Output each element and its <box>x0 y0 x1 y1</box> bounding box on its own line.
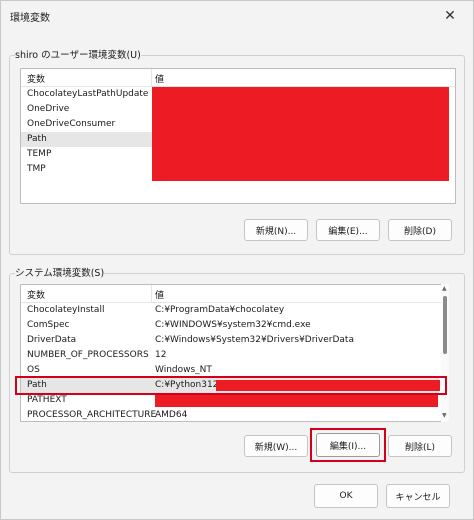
window-title: 環境変数 <box>10 13 50 24</box>
column-separator[interactable] <box>151 285 152 303</box>
system-list-scrollbar[interactable]: ▲ ▼ <box>441 284 449 422</box>
variable-name: OneDriveConsumer <box>27 119 116 129</box>
variable-name: ComSpec <box>27 320 70 330</box>
variable-value: C:¥ProgramData¥chocolatey <box>155 305 285 315</box>
variable-value: Windows_NT <box>155 365 212 375</box>
column-header-variable[interactable]: 変数 <box>27 288 45 301</box>
close-icon[interactable]: ✕ <box>433 3 467 29</box>
system-new-button[interactable]: 新規(W)... <box>244 435 308 457</box>
variable-value: C:¥Windows¥System32¥Drivers¥DriverData <box>155 335 354 345</box>
environment-variables-dialog: 環境変数 ✕ shiro のユーザー環境変数(U) 変数 値 Chocolate… <box>0 0 474 520</box>
system-delete-button[interactable]: 削除(L) <box>388 435 452 457</box>
system-variables-list[interactable]: 変数 値 ChocolateyInstall C:¥ProgramData¥ch… <box>20 284 447 422</box>
variable-name: PATHEXT <box>27 395 67 405</box>
variable-value: AMD64 <box>155 410 188 420</box>
user-row-chocolateylastpathupdate[interactable]: ChocolateyLastPathUpdate <box>21 87 152 102</box>
user-new-button[interactable]: 新規(N)... <box>244 219 308 241</box>
variable-name: Path <box>27 134 47 144</box>
user-row-temp[interactable]: TEMP <box>21 147 152 162</box>
redacted-values-block <box>152 87 449 181</box>
system-row-processor-architecture[interactable]: PROCESSOR_ARCHITECTURE AMD64 <box>21 408 439 421</box>
column-separator[interactable] <box>151 69 152 87</box>
user-list-header: 変数 値 <box>21 69 455 87</box>
variable-name: OneDrive <box>27 104 70 114</box>
system-row-driverdata[interactable]: DriverData C:¥Windows¥System32¥Drivers¥D… <box>21 333 439 348</box>
scroll-up-icon[interactable]: ▲ <box>442 285 447 292</box>
system-row-chocolateyinstall[interactable]: ChocolateyInstall C:¥ProgramData¥chocola… <box>21 303 439 318</box>
user-edit-button[interactable]: 編集(E)... <box>316 219 380 241</box>
system-row-comspec[interactable]: ComSpec C:¥WINDOWS¥system32¥cmd.exe <box>21 318 439 333</box>
variable-name: NUMBER_OF_PROCESSORS <box>27 350 149 360</box>
variable-name: OS <box>27 365 40 375</box>
variable-name: TMP <box>27 164 46 174</box>
variable-name: ChocolateyInstall <box>27 305 105 315</box>
user-delete-button[interactable]: 削除(D) <box>388 219 452 241</box>
path-row-highlight <box>15 376 447 395</box>
system-variables-label: システム環境変数(S) <box>15 265 105 279</box>
scroll-down-icon[interactable]: ▼ <box>442 412 447 419</box>
title-bar: 環境変数 ✕ <box>1 1 473 31</box>
column-header-value[interactable]: 値 <box>155 72 164 85</box>
redacted-pathext-value <box>155 395 438 407</box>
system-row-number-of-processors[interactable]: NUMBER_OF_PROCESSORS 12 <box>21 348 439 363</box>
user-row-onedriveconsumer[interactable]: OneDriveConsumer <box>21 117 152 132</box>
ok-button[interactable]: OK <box>314 484 378 508</box>
edit-button-highlight <box>310 428 386 462</box>
column-header-value[interactable]: 値 <box>155 288 164 301</box>
variable-name: TEMP <box>27 149 52 159</box>
column-header-variable[interactable]: 変数 <box>27 72 45 85</box>
variable-name: ChocolateyLastPathUpdate <box>27 89 149 99</box>
system-list-header: 変数 値 <box>21 285 446 303</box>
user-variables-list[interactable]: 変数 値 ChocolateyLastPathUpdate OneDrive O… <box>20 68 456 204</box>
user-row-onedrive[interactable]: OneDrive <box>21 102 152 117</box>
scroll-thumb[interactable] <box>443 296 447 354</box>
user-row-tmp[interactable]: TMP <box>21 162 152 177</box>
user-row-path[interactable]: Path <box>21 132 152 147</box>
cancel-button[interactable]: キャンセル <box>386 484 450 508</box>
system-row-pathext[interactable]: PATHEXT <box>21 393 439 408</box>
variable-name: PROCESSOR_ARCHITECTURE <box>27 410 157 420</box>
variable-name: DriverData <box>27 335 77 345</box>
variable-value: 12 <box>155 350 167 360</box>
variable-value: C:¥WINDOWS¥system32¥cmd.exe <box>155 320 311 330</box>
user-variables-label: shiro のユーザー環境変数(U) <box>15 47 141 61</box>
